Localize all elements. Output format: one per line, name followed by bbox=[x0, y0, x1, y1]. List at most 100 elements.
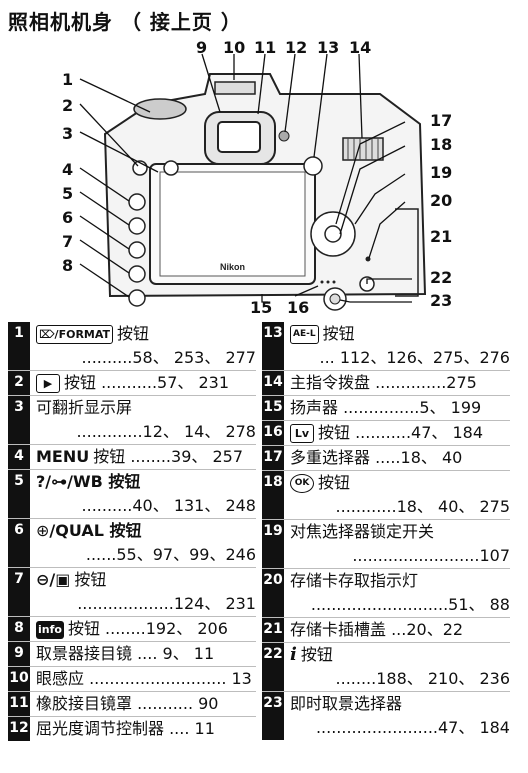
index-entry-14: 14 主指令拨盘 ..............275 bbox=[262, 371, 510, 395]
entry-number: 20 bbox=[262, 569, 284, 617]
callout-15: 15 bbox=[250, 298, 273, 317]
zoom-in-icon: ⊕ bbox=[36, 521, 50, 540]
button-menu bbox=[128, 193, 146, 211]
entry-number: 19 bbox=[262, 520, 284, 568]
entry-number: 2 bbox=[8, 371, 30, 395]
button-zoom-out bbox=[128, 265, 146, 283]
index-entry-8: 8 info 按钮 ........192、 206 bbox=[8, 617, 256, 641]
callout-17: 17 bbox=[430, 111, 453, 130]
entry-label: 屈光度调节控制器 .... 11 bbox=[36, 719, 215, 738]
entry-label: 按钮 ........192、 206 bbox=[67, 619, 228, 638]
index-entry-15: 15 扬声器 ...............5、 199 bbox=[262, 396, 510, 420]
entry-label: 对焦选择器锁定开关 bbox=[290, 522, 435, 541]
entry-label: /WB 按钮 bbox=[67, 472, 141, 491]
entry-label: 按钮 ...........47、 184 bbox=[318, 423, 484, 442]
callout-6: 6 bbox=[62, 208, 74, 227]
button-info bbox=[128, 289, 146, 307]
entry-label: 多重选择器 .....18、 40 bbox=[290, 448, 463, 467]
index-entry-5: 5 ?/⊶/WB 按钮 ..........40、 131、 248 bbox=[8, 470, 256, 518]
entry-number: 15 bbox=[262, 396, 284, 420]
index-entry-2: 2 ▶ 按钮 ...........57、 231 bbox=[8, 371, 256, 395]
callout-3: 3 bbox=[62, 124, 74, 143]
entry-number: 23 bbox=[262, 692, 284, 740]
callout-11: 11 bbox=[254, 38, 277, 57]
button-zoom-in bbox=[128, 241, 146, 259]
callout-7: 7 bbox=[62, 232, 74, 251]
ok-button bbox=[324, 225, 342, 243]
callout-19: 19 bbox=[430, 163, 453, 182]
index-entry-12: 12 屈光度调节控制器 .... 11 bbox=[8, 717, 256, 741]
entry-label: 眼感应 ........................... 13 bbox=[36, 669, 252, 688]
entry-number: 7 bbox=[8, 568, 30, 616]
ae-lock-icon: AE-L bbox=[290, 325, 319, 344]
entry-number: 5 bbox=[8, 470, 30, 518]
entry-label: 即时取景选择器 bbox=[290, 694, 403, 713]
index-column-right: 13 AE-L 按钮 ... 112、126、275、276 14 主指令拨盘 .… bbox=[262, 322, 510, 740]
button-delete bbox=[163, 160, 179, 176]
entry-number: 17 bbox=[262, 446, 284, 470]
ok-icon: OK bbox=[290, 474, 314, 493]
entry-label: 取景器接目镜 .... 9、 11 bbox=[36, 644, 215, 663]
entry-number: 14 bbox=[262, 371, 284, 395]
live-view-icon: Lv bbox=[290, 424, 314, 443]
hot-shoe bbox=[214, 81, 256, 95]
index-entry-10: 10 眼感应 ........................... 13 bbox=[8, 667, 256, 691]
entry-number: 18 bbox=[262, 471, 284, 519]
callout-5: 5 bbox=[62, 184, 74, 203]
entry-number: 11 bbox=[8, 692, 30, 716]
brand-logo: Nikon bbox=[220, 262, 245, 272]
index-entry-21: 21 存储卡插槽盖 ...20、22 bbox=[262, 618, 510, 642]
index-entry-6: 6 ⊕/QUAL 按钮 ......55、97、99、246 bbox=[8, 519, 256, 567]
entry-number: 12 bbox=[8, 717, 30, 741]
viewfinder-window bbox=[217, 121, 261, 153]
entry-number: 22 bbox=[262, 643, 284, 691]
trash-format-icon: ⌦/FORMAT bbox=[36, 325, 114, 344]
button-ael bbox=[303, 156, 323, 176]
info-icon: info bbox=[36, 620, 64, 639]
entry-label: 按钮 bbox=[74, 570, 107, 589]
menu-icon: MENU bbox=[36, 447, 90, 466]
entry-number: 3 bbox=[8, 396, 30, 444]
entry-number: 9 bbox=[8, 642, 30, 666]
callout-10: 10 bbox=[223, 38, 246, 57]
entry-label: /QUAL 按钮 bbox=[49, 521, 142, 540]
speaker-dot bbox=[320, 280, 324, 284]
entry-label: 存储卡插槽盖 ...20、22 bbox=[290, 620, 464, 639]
help-protect-icon: ?/⊶ bbox=[36, 472, 68, 491]
index-entry-17: 17 多重选择器 .....18、 40 bbox=[262, 446, 510, 470]
page-title: 照相机机身 （ 接上页 ） bbox=[8, 10, 242, 34]
callout-4: 4 bbox=[62, 160, 74, 179]
callout-23: 23 bbox=[430, 291, 453, 310]
speaker-dot bbox=[332, 280, 336, 284]
index-entry-18: 18 OK 按钮 ............18、 40、 275 bbox=[262, 471, 510, 519]
index-entry-16: 16 Lv 按钮 ...........47、 184 bbox=[262, 421, 510, 445]
entry-label: 按钮 bbox=[322, 324, 355, 343]
callout-16: 16 bbox=[287, 298, 310, 317]
entry-pages: ......55、97、99、246 bbox=[85, 545, 256, 564]
index-entry-7: 7 ⊖/▣ 按钮 ...................124、 231 bbox=[8, 568, 256, 616]
entry-number: 1 bbox=[8, 322, 30, 370]
entry-label: 主指令拨盘 ..............275 bbox=[290, 373, 477, 392]
entry-label: 按钮 ...........57、 231 bbox=[64, 373, 230, 392]
entry-label: 可翻折显示屏 bbox=[36, 398, 133, 417]
callout-18: 18 bbox=[430, 135, 453, 154]
entry-label: 按钮 ........39、 257 bbox=[93, 447, 243, 466]
callout-1: 1 bbox=[62, 70, 74, 89]
entry-number: 10 bbox=[8, 667, 30, 691]
main-command-dial bbox=[342, 137, 384, 161]
entry-pages: ...........................51、 88 bbox=[310, 595, 510, 614]
i-icon: i bbox=[290, 644, 297, 665]
entry-number: 4 bbox=[8, 445, 30, 469]
callout-21: 21 bbox=[430, 227, 453, 246]
zoom-out-thumbnail-icon: ⊖/▣ bbox=[36, 570, 71, 589]
entry-number: 16 bbox=[262, 421, 284, 445]
diopter-control bbox=[278, 130, 290, 142]
monitor-display bbox=[159, 171, 306, 277]
entry-pages: .............12、 14、 278 bbox=[76, 422, 256, 441]
entry-label: 存储卡存取指示灯 bbox=[290, 571, 419, 590]
entry-label: 按钮 bbox=[300, 645, 333, 664]
callout-22: 22 bbox=[430, 268, 453, 287]
entry-pages: ........................47、 184 bbox=[315, 718, 510, 737]
index-entry-4: 4 MENU 按钮 ........39、 257 bbox=[8, 445, 256, 469]
camera-back-diagram: Nikon 1 2 3 4 5 6 7 8 9 10 11 12 13 14 1… bbox=[0, 34, 528, 320]
